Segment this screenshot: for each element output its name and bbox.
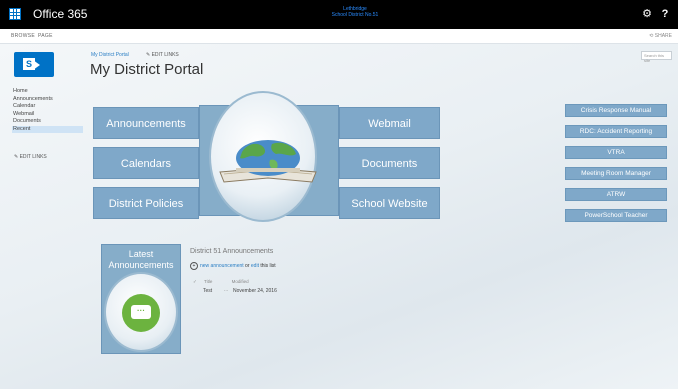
- row-menu-icon[interactable]: ···: [224, 288, 229, 294]
- new-announcement-row: + new announcement or edit this list: [190, 262, 276, 270]
- question-icon[interactable]: ?: [656, 5, 674, 23]
- list-suffix-text: this list: [260, 263, 276, 269]
- atrw-button[interactable]: ATRW: [565, 188, 667, 201]
- left-navigation: Home Announcements Calendar Webmail Docu…: [12, 88, 83, 133]
- tile-calendars[interactable]: Calendars: [93, 147, 199, 179]
- brand-label[interactable]: Office 365: [33, 7, 87, 21]
- check-icon[interactable]: ✓: [193, 279, 197, 284]
- edit-list-link[interactable]: edit: [251, 263, 259, 269]
- or-text: or: [245, 263, 250, 269]
- tab-page[interactable]: PAGE: [38, 33, 53, 39]
- search-input[interactable]: Search this site: [641, 51, 672, 63]
- globe-book-icon: [219, 140, 317, 183]
- new-announcement-link[interactable]: new announcement: [200, 263, 244, 269]
- table-row[interactable]: Test ··· November 24, 2016: [203, 288, 277, 294]
- share-label: SHARE: [654, 33, 672, 39]
- breadcrumb[interactable]: My District Portal: [91, 52, 129, 58]
- page-title: My District Portal: [90, 61, 204, 78]
- nav-item-recent[interactable]: Recent: [12, 125, 83, 133]
- site-name-line2: School District No.51: [331, 12, 379, 18]
- nav-item-documents[interactable]: Documents: [12, 118, 83, 126]
- announcements-header-row: ✓ Title Modified: [193, 279, 249, 285]
- tile-school-website[interactable]: School Website: [339, 187, 440, 219]
- site-name: Lethbridge School District No.51: [300, 6, 410, 18]
- latest-announcements-label: Latest Announcements: [101, 249, 181, 271]
- vtra-button[interactable]: VTRA: [565, 146, 667, 159]
- latest-label-line1: Latest: [128, 249, 154, 259]
- nav-item-announcements[interactable]: Announcements: [12, 96, 83, 104]
- tile-announcements[interactable]: Announcements: [93, 107, 199, 139]
- share-button[interactable]: ⟲ SHARE: [649, 33, 672, 39]
- edit-links-label: EDIT LINKS: [151, 52, 179, 58]
- col-title[interactable]: Title: [204, 279, 212, 284]
- meeting-room-manager-button[interactable]: Meeting Room Manager: [565, 167, 667, 180]
- suite-bar: Office 365 Lethbridge School District No…: [0, 0, 678, 29]
- nav-item-webmail[interactable]: Webmail: [12, 111, 83, 119]
- powerschool-teacher-button[interactable]: PowerSchool Teacher: [565, 209, 667, 222]
- edit-links-nav[interactable]: ✎ EDIT LINKS: [14, 154, 47, 160]
- col-modified[interactable]: Modified: [232, 279, 249, 284]
- gear-icon[interactable]: ⚙: [638, 5, 656, 23]
- announcements-list-title[interactable]: District 51 Announcements: [190, 248, 273, 255]
- edit-links-top[interactable]: ✎ EDIT LINKS: [146, 52, 179, 58]
- row-modified: November 24, 2016: [232, 288, 277, 294]
- tile-webmail[interactable]: Webmail: [339, 107, 440, 139]
- crisis-response-manual-button[interactable]: Crisis Response Manual: [565, 104, 667, 117]
- app-launcher-icon[interactable]: [9, 8, 21, 20]
- tab-browse[interactable]: BROWSE: [11, 33, 35, 39]
- tile-documents[interactable]: Documents: [339, 147, 440, 179]
- row-title[interactable]: Test: [203, 288, 212, 294]
- ellipsis-icon: ···: [131, 305, 151, 319]
- tile-district-policies[interactable]: District Policies: [93, 187, 199, 219]
- nav-item-calendar[interactable]: Calendar: [12, 103, 83, 111]
- plus-icon[interactable]: +: [190, 262, 198, 270]
- latest-label-line2: Announcements: [108, 260, 174, 270]
- edit-links-nav-label: EDIT LINKS: [19, 154, 47, 160]
- nav-item-home[interactable]: Home: [12, 88, 83, 96]
- ribbon: BROWSE PAGE ⟲ SHARE: [0, 29, 678, 44]
- rdc-accident-reporting-button[interactable]: RDC: Accident Reporting: [565, 125, 667, 138]
- site-logo[interactable]: S: [14, 52, 54, 77]
